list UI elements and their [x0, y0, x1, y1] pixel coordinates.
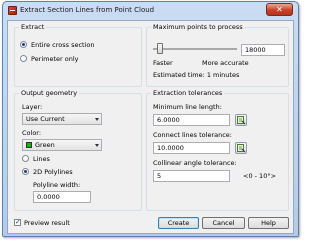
perimeter-only-radio[interactable]: [20, 55, 27, 62]
slider-min-label: Faster: [153, 59, 173, 67]
slider-max-label: More accurate: [202, 59, 249, 67]
help-button[interactable]: Help: [248, 217, 289, 229]
layer-dropdown-value: Use Current: [26, 115, 65, 123]
collinear-range-hint: <0 - 10°>: [243, 172, 277, 180]
cancel-button[interactable]: Cancel: [202, 217, 245, 229]
window-title: Extract Section Lines from Point Cloud: [20, 6, 155, 14]
color-label: Color:: [22, 129, 42, 137]
pick-min-length-button[interactable]: [235, 114, 247, 126]
dialog-body: Extract Entire cross section Perimeter o…: [7, 20, 294, 234]
polyline-width-input[interactable]: 0.0000: [33, 191, 91, 203]
create-button[interactable]: Create: [158, 217, 199, 229]
connect-lines-tolerance-input[interactable]: 10.0000: [153, 142, 230, 154]
preview-result-label[interactable]: Preview result: [24, 219, 70, 227]
max-points-input[interactable]: 18000: [241, 44, 285, 56]
min-line-length-input[interactable]: 6.0000: [153, 114, 230, 126]
estimated-time-text: Estimated time: 1 minutes: [153, 71, 240, 79]
max-points-title: Maximum points to process: [151, 23, 245, 31]
extract-group: Extract Entire cross section Perimeter o…: [14, 23, 142, 87]
min-line-length-label: Minimum line length:: [153, 103, 222, 111]
output-geometry-group: Output geometry Layer: Use Current Color…: [14, 89, 142, 211]
lines-label[interactable]: Lines: [33, 155, 50, 163]
dialog-window: Extract Section Lines from Point Cloud ✕…: [2, 1, 299, 237]
lines-radio[interactable]: [22, 155, 29, 162]
connect-lines-tolerance-label: Connect lines tolerance:: [153, 131, 232, 139]
extraction-tolerances-title: Extraction tolerances: [151, 89, 225, 97]
app-icon: [8, 6, 17, 15]
color-dropdown[interactable]: Green: [22, 139, 102, 151]
pick-connect-tolerance-button[interactable]: [235, 142, 247, 154]
max-points-slider-thumb[interactable]: [156, 43, 163, 54]
extraction-tolerances-group: Extraction tolerances Minimum line lengt…: [146, 89, 289, 211]
collinear-angle-tolerance-input[interactable]: 5: [153, 170, 230, 182]
collinear-angle-tolerance-label: Collinear angle tolerance:: [153, 159, 237, 167]
2d-polylines-radio[interactable]: [22, 168, 29, 175]
max-points-group: Maximum points to process 18000 Faster M…: [146, 23, 289, 87]
color-swatch: [26, 142, 32, 148]
title-bar: Extract Section Lines from Point Cloud ✕: [3, 2, 298, 19]
polyline-width-label: Polyline width:: [33, 181, 81, 189]
2d-polylines-label[interactable]: 2D Polylines: [33, 168, 73, 176]
pick-point-icon: [237, 144, 246, 153]
close-button[interactable]: ✕: [266, 3, 293, 16]
chevron-down-icon: [95, 118, 99, 121]
perimeter-only-label[interactable]: Perimeter only: [31, 55, 79, 63]
max-points-slider-track[interactable]: [153, 48, 237, 50]
pick-point-icon: [237, 116, 246, 125]
layer-dropdown[interactable]: Use Current: [22, 113, 102, 125]
layer-label: Layer:: [22, 103, 43, 111]
chevron-down-icon: [95, 144, 99, 147]
preview-result-checkbox[interactable]: ✓: [14, 219, 21, 226]
color-dropdown-value: Green: [35, 141, 55, 149]
extract-group-title: Extract: [19, 23, 47, 31]
entire-cross-section-label[interactable]: Entire cross section: [31, 41, 95, 49]
entire-cross-section-radio[interactable]: [20, 41, 27, 48]
output-geometry-title: Output geometry: [19, 89, 80, 97]
